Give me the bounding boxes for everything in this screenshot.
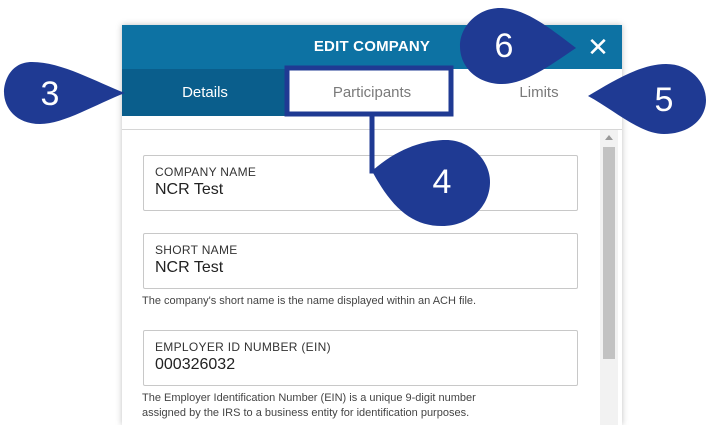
callout-4-number: 4	[432, 163, 452, 201]
close-icon[interactable]: ✕	[585, 34, 611, 60]
participants-highlight-box	[284, 65, 454, 117]
callout-3-number: 3	[40, 75, 60, 113]
callout-overlay	[4, 8, 706, 226]
callout-6-number: 6	[494, 27, 514, 65]
callout-5-number: 5	[654, 81, 674, 119]
